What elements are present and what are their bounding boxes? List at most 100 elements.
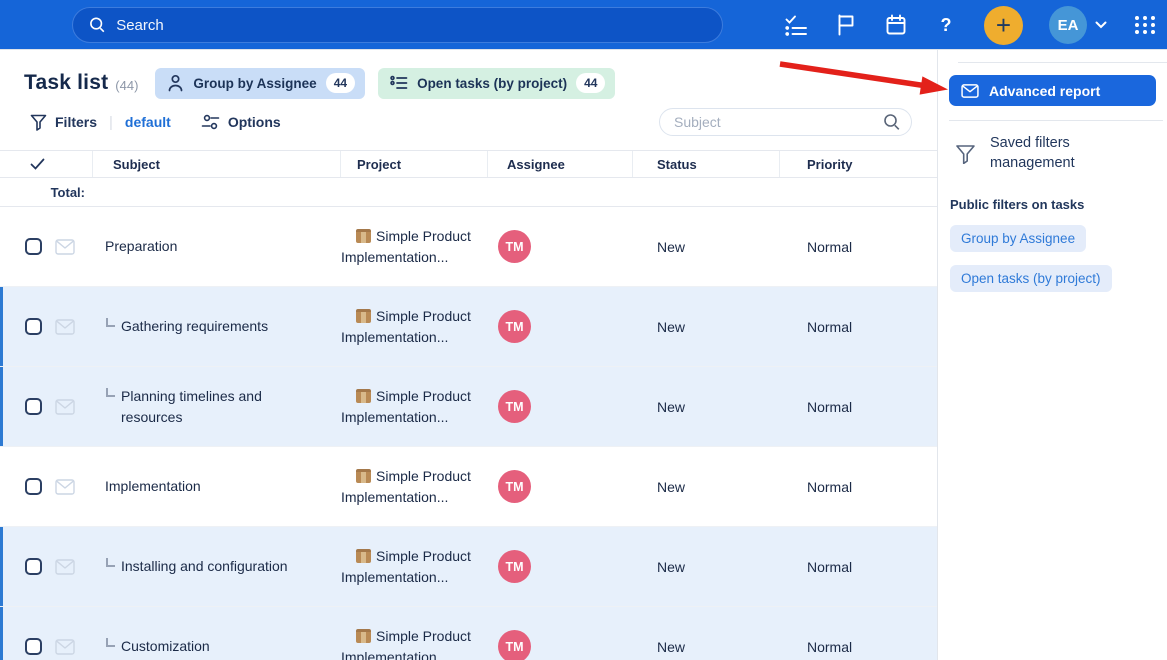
task-project[interactable]: Simple Product Implementation... [341,546,475,588]
total-label: Total: [0,185,93,200]
help-icon[interactable]: ? [934,13,958,37]
assignee-avatar[interactable]: TM [498,230,531,263]
subject-filter[interactable] [659,108,912,136]
row-checkbox[interactable] [25,318,42,335]
top-navigation-bar: ? + EA [0,0,1167,50]
envelope-icon[interactable] [55,399,75,415]
task-subject[interactable]: Planning timelines and resources [121,386,306,427]
table-row[interactable]: Preparation Simple Product Implementatio… [0,207,937,287]
row-checkbox[interactable] [25,478,42,495]
total-row: Total: [0,178,937,207]
add-button[interactable]: + [984,6,1023,45]
envelope-icon [961,84,979,98]
chevron-down-icon[interactable] [1095,21,1107,29]
envelope-icon[interactable] [55,559,75,575]
table-row[interactable]: Gathering requirements Simple Product Im… [0,287,937,367]
table-row[interactable]: Installing and configuration Simple Prod… [0,527,937,607]
select-all-header[interactable] [0,151,93,177]
task-status: New [633,559,780,575]
package-icon [356,309,371,323]
row-checkbox[interactable] [25,398,42,415]
assignee-avatar[interactable]: TM [498,630,531,660]
table-row[interactable]: Planning timelines and resources Simple … [0,367,937,447]
row-checkbox[interactable] [25,558,42,575]
task-priority: Normal [780,479,937,495]
column-header-project[interactable]: Project [341,151,488,177]
task-project[interactable]: Simple Product Implementation... [341,466,475,508]
filters-toggle[interactable]: Filters [30,114,97,131]
sidebar-divider [958,62,1167,63]
column-header-assignee[interactable]: Assignee [488,151,633,177]
task-subject[interactable]: Implementation [105,476,201,496]
filter-chip-group-by-assignee[interactable]: Group by Assignee 44 [155,68,365,99]
tasks-icon[interactable] [784,13,808,37]
task-priority: Normal [780,319,937,335]
filter-preset-default[interactable]: default [125,114,171,130]
flag-icon[interactable] [834,13,858,37]
saved-filters-label: Saved filters management [990,134,1118,173]
table-row[interactable]: Implementation Simple Product Implementa… [0,447,937,527]
envelope-icon[interactable] [55,479,75,495]
check-icon [30,158,45,171]
table-header: Subject Project Assignee Status Priority [0,150,937,178]
assignee-avatar[interactable]: TM [498,470,531,503]
envelope-icon[interactable] [55,319,75,335]
subtask-indicator [106,388,115,397]
search-icon [883,113,901,131]
sliders-icon [201,114,220,130]
search-icon [89,16,106,34]
column-header-subject[interactable]: Subject [93,151,341,177]
public-filter-group-by-assignee[interactable]: Group by Assignee [950,225,1086,252]
page-title: Task list [24,71,108,95]
task-project[interactable]: Simple Product Implementation... [341,306,475,348]
subject-filter-input[interactable] [674,114,883,130]
assignee-avatar[interactable]: TM [498,550,531,583]
filters-separator: | [109,114,113,131]
task-project[interactable]: Simple Product Implementation... [341,386,475,428]
task-project[interactable]: Simple Product Implementation... [341,226,475,268]
public-filter-open-tasks[interactable]: Open tasks (by project) [950,265,1112,292]
envelope-icon[interactable] [55,239,75,255]
saved-filters-management[interactable]: Saved filters management [955,134,1118,173]
assignee-avatar[interactable]: TM [498,390,531,423]
subtask-indicator [106,638,115,647]
user-menu[interactable]: EA [1049,6,1107,44]
package-icon [356,229,371,243]
task-status: New [633,239,780,255]
column-header-status[interactable]: Status [633,151,780,177]
filter-chip-count: 44 [326,73,355,93]
task-priority: Normal [780,239,937,255]
row-checkbox[interactable] [25,638,42,655]
row-checkbox[interactable] [25,238,42,255]
advanced-report-button[interactable]: Advanced report [949,75,1156,106]
column-header-priority[interactable]: Priority [780,151,937,177]
user-avatar[interactable]: EA [1049,6,1087,44]
app-window: ? + EA Task list (44) [0,0,1167,660]
advanced-report-label: Advanced report [989,83,1100,99]
task-priority: Normal [780,639,937,655]
task-subject[interactable]: Preparation [105,236,177,256]
task-subject[interactable]: Installing and configuration [121,556,288,576]
envelope-icon[interactable] [55,639,75,655]
options-label: Options [228,114,281,130]
calendar-icon[interactable] [884,13,908,37]
filters-label: Filters [55,114,97,130]
filter-chip-label: Open tasks (by project) [417,76,567,91]
subtask-indicator [106,318,115,327]
person-icon [167,74,184,92]
assignee-avatar[interactable]: TM [498,310,531,343]
global-search-input[interactable] [116,17,706,34]
options-toggle[interactable]: Options [201,114,281,130]
table-row[interactable]: Customization Simple Product Implementat… [0,607,937,660]
task-status: New [633,639,780,655]
task-project[interactable]: Simple Product Implementation... [341,626,475,660]
package-icon [356,549,371,563]
apps-grid-icon[interactable] [1133,13,1157,37]
funnel-icon [955,144,976,164]
list-icon [390,75,408,91]
task-subject[interactable]: Customization [121,636,210,656]
filter-chip-open-tasks[interactable]: Open tasks (by project) 44 [378,68,615,99]
task-status: New [633,399,780,415]
global-search[interactable] [72,7,723,43]
task-subject[interactable]: Gathering requirements [121,316,268,336]
